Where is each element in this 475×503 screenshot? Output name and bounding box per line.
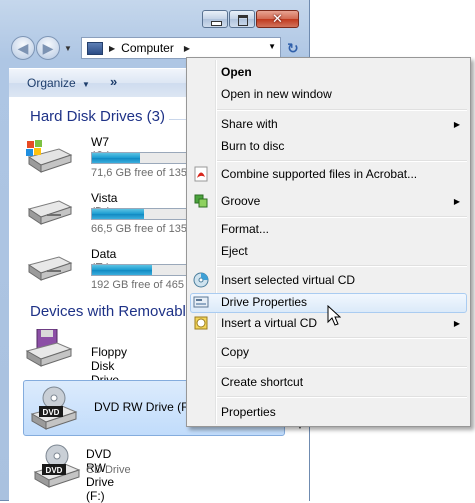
organize-label: Organize bbox=[27, 76, 76, 90]
forward-arrow-icon: ▶ bbox=[42, 40, 54, 56]
maximize-button[interactable] bbox=[229, 10, 255, 28]
minimize-icon bbox=[211, 21, 222, 26]
menu-icon-gutter bbox=[215, 60, 217, 424]
menu-item-insert-selected-virtual-cd[interactable]: Insert selected virtual CD bbox=[221, 270, 355, 290]
organize-button[interactable]: Organize ▼ bbox=[27, 76, 90, 90]
back-button[interactable]: ◀ bbox=[11, 36, 35, 60]
close-icon: ✕ bbox=[272, 11, 283, 26]
menu-separator bbox=[217, 396, 467, 398]
capacity-fill bbox=[92, 153, 140, 163]
back-arrow-icon: ◀ bbox=[17, 40, 29, 56]
capacity-fill bbox=[92, 265, 153, 275]
menu-item-drive-properties[interactable]: Drive Properties bbox=[221, 292, 307, 312]
drive-free-space: 192 GB free of 465 G bbox=[91, 279, 196, 291]
groove-icon bbox=[194, 194, 208, 208]
menu-item-format[interactable]: Format... bbox=[221, 219, 269, 239]
capacity-bar bbox=[91, 264, 195, 276]
menu-separator bbox=[217, 265, 467, 267]
drive-name: DVD RW Drive (F:) bbox=[94, 400, 196, 414]
menu-separator bbox=[217, 160, 467, 162]
drive-properties-icon bbox=[193, 296, 209, 308]
breadcrumb-separator-icon[interactable]: ▶ bbox=[184, 44, 190, 53]
dvd-drive-icon: DVD bbox=[30, 386, 78, 430]
capacity-bar bbox=[91, 208, 195, 220]
drive-type: CD Drive bbox=[86, 464, 131, 476]
submenu-arrow-icon: ▶ bbox=[453, 197, 460, 206]
refresh-icon[interactable]: ↻ bbox=[287, 40, 299, 57]
menu-item-open[interactable]: Open bbox=[221, 62, 252, 82]
mouse-cursor-icon bbox=[327, 305, 341, 326]
more-commands-button[interactable]: » bbox=[110, 74, 117, 89]
context-menu: Open Open in new window Share with ▶ Bur… bbox=[186, 57, 471, 427]
dvd-logo-label: DVD bbox=[46, 466, 63, 475]
drive-free-space: 71,6 GB free of 135 G bbox=[91, 167, 199, 179]
maximize-icon bbox=[238, 15, 248, 26]
virtual-cd-icon bbox=[194, 316, 208, 330]
menu-separator bbox=[217, 337, 467, 339]
recent-pages-dropdown-icon[interactable]: ▼ bbox=[64, 44, 72, 60]
drive-free-space: 66,5 GB free of 135 G bbox=[91, 223, 199, 235]
dvd-drive-icon: DVD bbox=[33, 444, 81, 488]
menu-item-insert-virtual-cd[interactable]: Insert a virtual CD bbox=[221, 313, 317, 333]
menu-item-copy[interactable]: Copy bbox=[221, 342, 249, 362]
forward-button[interactable]: ▶ bbox=[36, 36, 60, 60]
menu-item-open-new-window[interactable]: Open in new window bbox=[221, 84, 332, 104]
breadcrumb-separator-icon[interactable]: ▶ bbox=[109, 44, 115, 53]
address-location[interactable]: Computer bbox=[121, 41, 174, 55]
dvd-logo-label: DVD bbox=[43, 408, 60, 417]
acrobat-icon bbox=[194, 166, 208, 182]
computer-icon bbox=[87, 41, 103, 55]
close-button[interactable]: ✕ bbox=[256, 10, 299, 28]
menu-item-share-with[interactable]: Share with bbox=[221, 114, 278, 134]
windows-drive-icon bbox=[26, 140, 73, 173]
group-header-hard-disks[interactable]: Hard Disk Drives (3) bbox=[30, 108, 165, 125]
capacity-bar bbox=[91, 152, 195, 164]
menu-item-eject[interactable]: Eject bbox=[221, 241, 248, 261]
floppy-drive-icon bbox=[25, 329, 73, 367]
group-header-removable[interactable]: Devices with Removable bbox=[30, 303, 194, 320]
menu-separator bbox=[217, 366, 467, 368]
menu-separator bbox=[217, 109, 467, 111]
menu-item-properties[interactable]: Properties bbox=[221, 402, 276, 422]
menu-item-groove[interactable]: Groove bbox=[221, 191, 260, 211]
capacity-fill bbox=[92, 209, 145, 219]
caption-buttons: ✕ bbox=[202, 10, 300, 28]
address-dropdown-icon[interactable]: ▼ bbox=[268, 42, 276, 51]
hard-drive-icon bbox=[27, 256, 73, 281]
hard-drive-icon bbox=[27, 200, 73, 225]
minimize-button[interactable] bbox=[202, 10, 228, 28]
menu-item-create-shortcut[interactable]: Create shortcut bbox=[221, 372, 303, 392]
chevron-down-icon: ▼ bbox=[82, 80, 90, 89]
submenu-arrow-icon: ▶ bbox=[453, 319, 460, 328]
submenu-arrow-icon: ▶ bbox=[453, 120, 460, 129]
menu-item-combine-acrobat[interactable]: Combine supported files in Acrobat... bbox=[221, 164, 417, 184]
menu-separator bbox=[217, 216, 467, 218]
menu-item-burn-to-disc[interactable]: Burn to disc bbox=[221, 136, 284, 156]
virtual-cd-icon bbox=[193, 272, 209, 288]
address-bar[interactable]: ▶ Computer ▶ ▼ bbox=[81, 37, 281, 59]
navigation-buttons: ◀ ▶ ▼ bbox=[11, 36, 72, 60]
